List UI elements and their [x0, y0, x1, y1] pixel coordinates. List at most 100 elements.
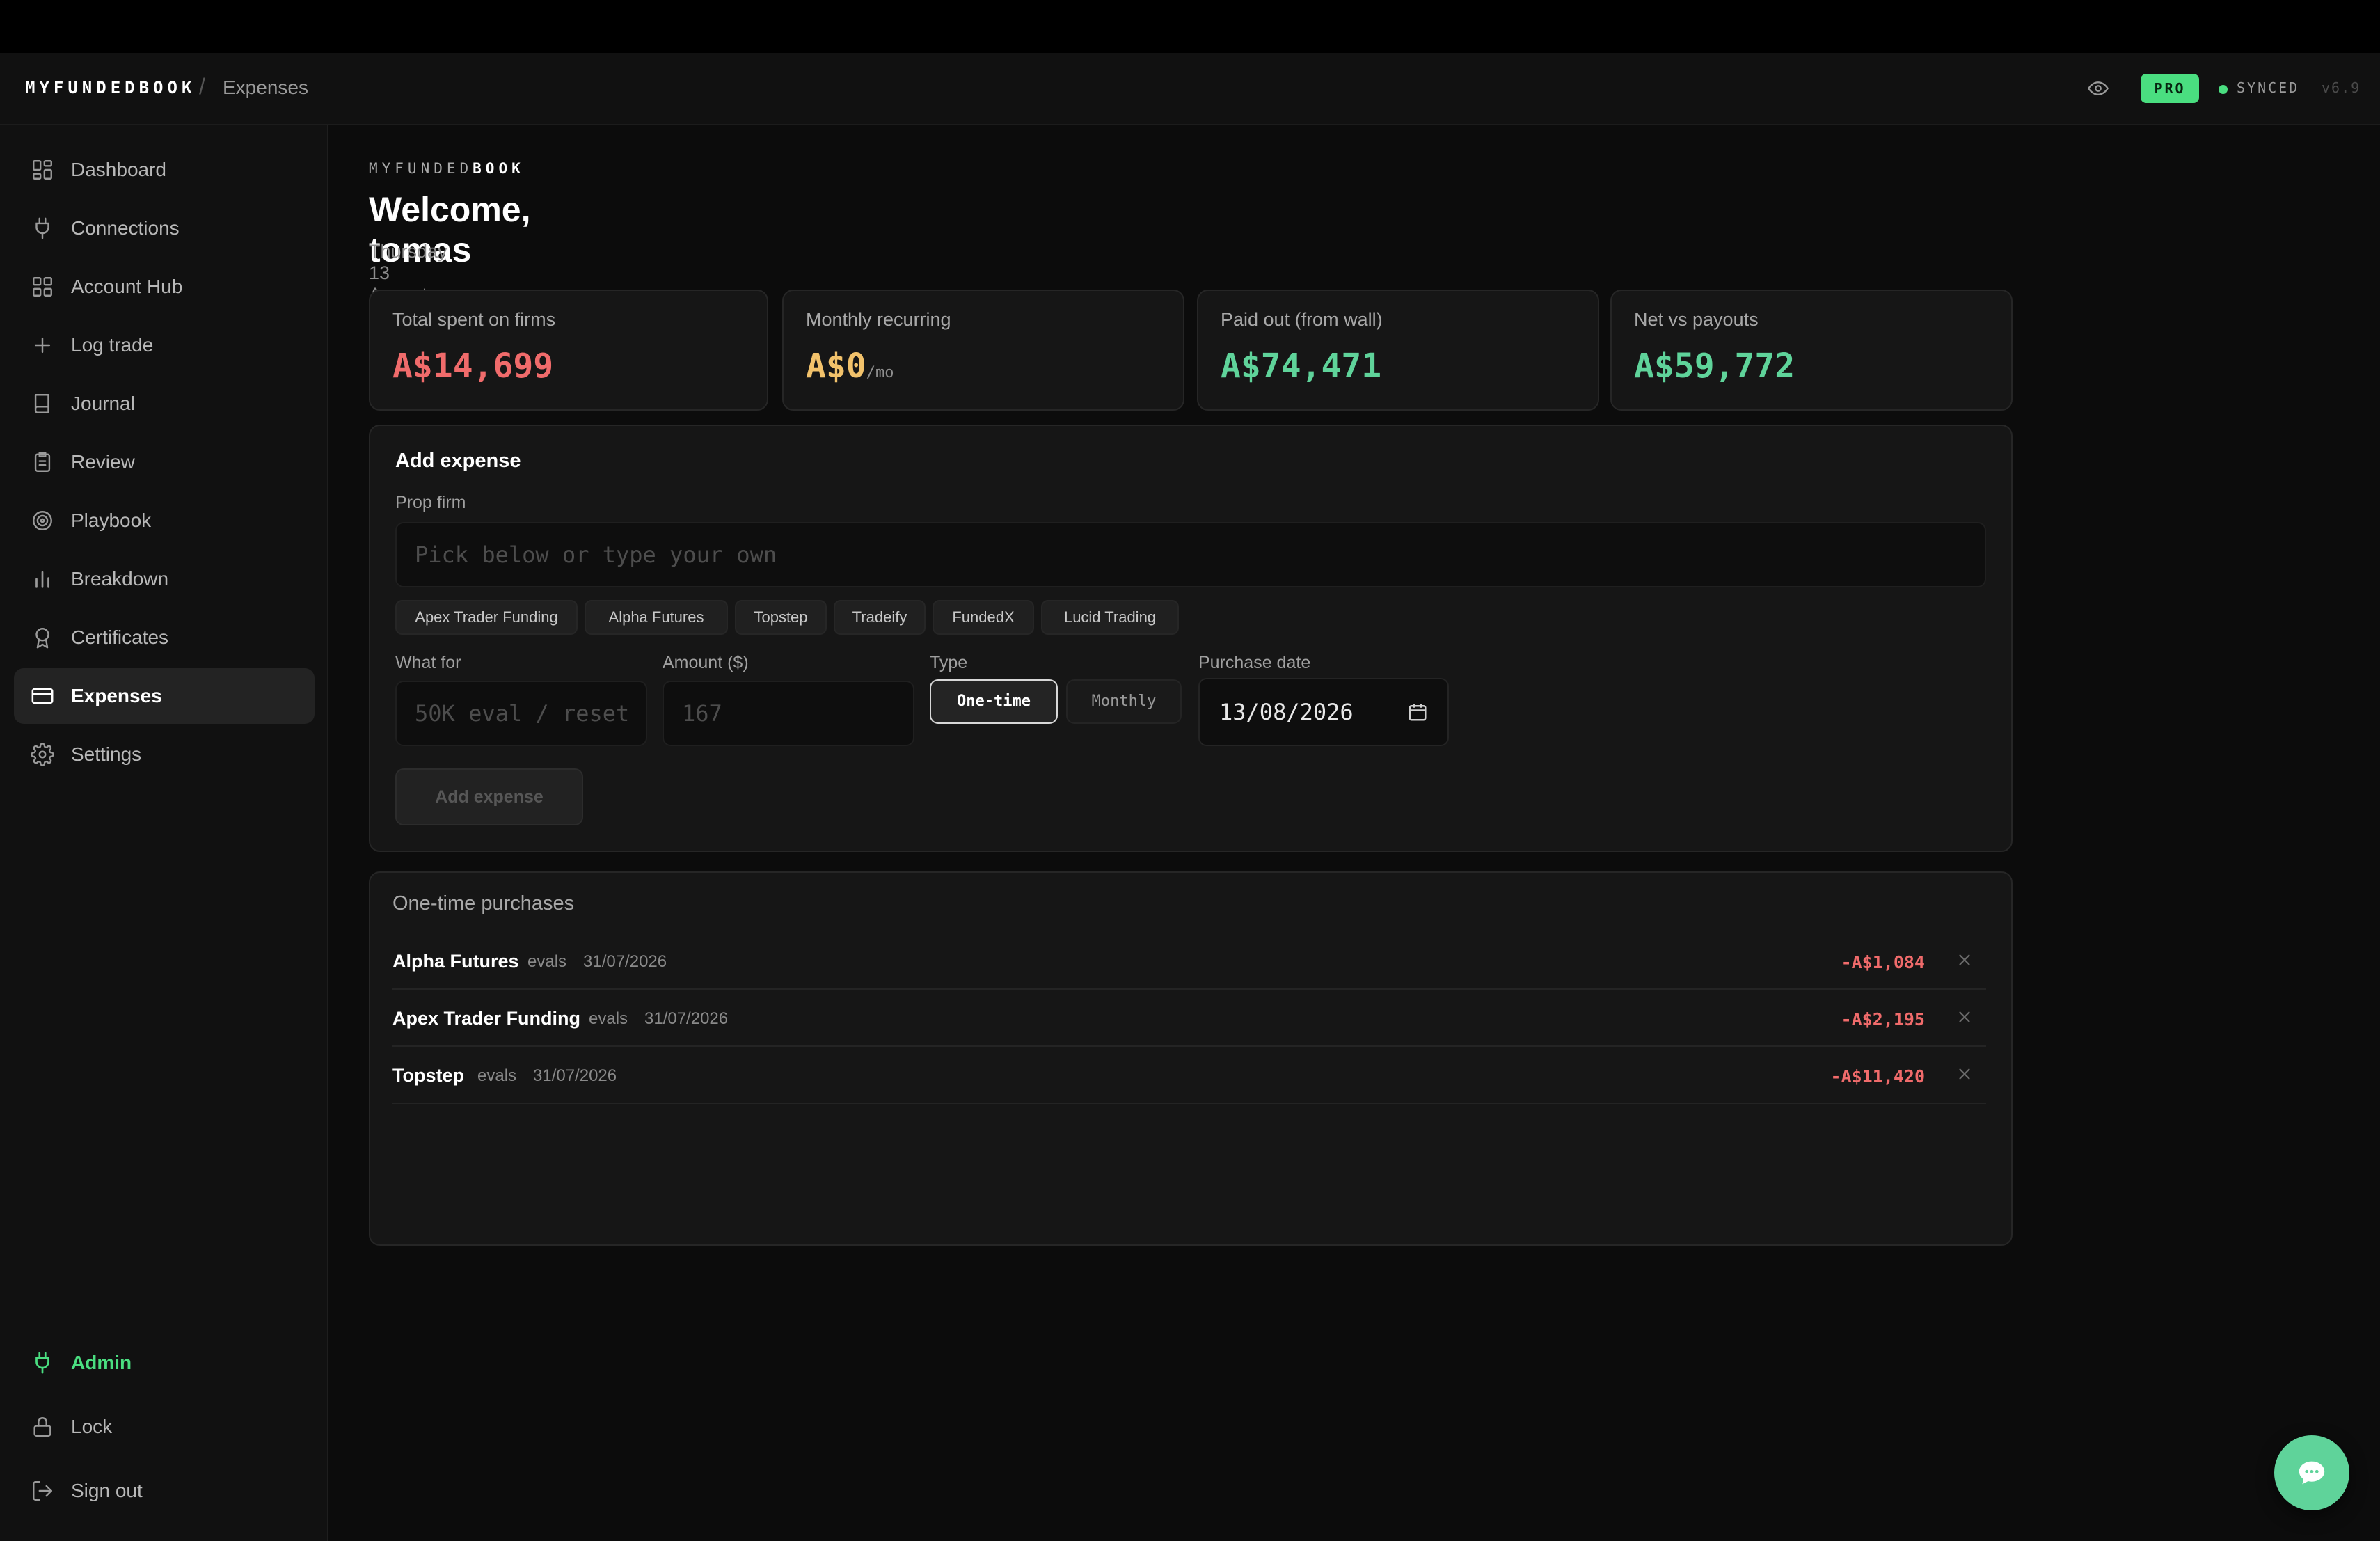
sidebar-item-label: Account Hub [71, 276, 183, 297]
row-date: 31/07/2026 [533, 1066, 617, 1085]
sidebar-item-expenses[interactable]: Expenses [14, 668, 315, 724]
sync-status-dot [2219, 85, 2228, 94]
sidebar-item-log-trade[interactable]: Log trade [14, 317, 315, 373]
purchases-title: One-time purchases [392, 892, 575, 915]
sidebar-item-settings[interactable]: Settings [14, 727, 315, 782]
row-firm: Alpha Futures [392, 951, 519, 972]
bar-chart-icon [31, 567, 54, 591]
row-amount: -A$11,420 [1830, 1066, 1925, 1086]
table-row: Topstep evals 31/07/2026 -A$11,420 [392, 1047, 1986, 1104]
one-time-purchases-card: One-time purchases Alpha Futures evals 3… [369, 871, 2013, 1246]
stat-value: A$74,471 [1221, 347, 1382, 386]
stat-value: A$14,699 [392, 347, 554, 386]
firm-chip-fundedx[interactable]: FundedX [933, 600, 1034, 635]
plug-icon [31, 1351, 54, 1375]
sidebar-item-dashboard[interactable]: Dashboard [14, 142, 315, 198]
firm-chip-lucid-trading[interactable]: Lucid Trading [1041, 600, 1179, 635]
prop-firm-input[interactable]: Pick below or type your own [395, 522, 1986, 587]
grid-icon [31, 158, 54, 182]
plus-icon [31, 333, 54, 357]
sidebar-item-label: Review [71, 451, 135, 473]
table-row: Alpha Futures evals 31/07/2026 -A$1,084 [392, 933, 1986, 990]
credit-card-icon [31, 684, 54, 708]
purchase-date-input[interactable]: 13/08/2026 [1198, 678, 1449, 746]
delete-row-icon[interactable] [1955, 951, 1974, 969]
row-category: evals [527, 952, 567, 971]
prop-firm-label: Prop firm [395, 493, 466, 512]
purchase-date-label: Purchase date [1198, 653, 1311, 672]
firm-chip-alpha-futures[interactable]: Alpha Futures [585, 600, 728, 635]
sidebar-item-label: Lock [71, 1416, 113, 1437]
row-category: evals [477, 1066, 517, 1085]
stat-card-net-vs-payouts: Net vs payouts A$59,772 [1610, 290, 2013, 411]
pro-badge: PRO [2141, 74, 2199, 103]
delete-row-icon[interactable] [1955, 1065, 1974, 1083]
gear-icon [31, 743, 54, 766]
row-date: 31/07/2026 [644, 1009, 729, 1028]
amount-label: Amount ($) [663, 653, 749, 672]
row-amount: -A$1,084 [1841, 952, 1925, 972]
chat-button[interactable] [2274, 1435, 2349, 1510]
sync-status: SYNCED [2237, 79, 2300, 96]
eye-icon[interactable] [2086, 78, 2110, 99]
add-expense-card: Add expense Prop firm Pick below or type… [369, 425, 2013, 852]
amount-input[interactable]: 167 [663, 681, 914, 746]
row-firm: Topstep [392, 1065, 464, 1086]
row-date: 31/07/2026 [583, 952, 667, 971]
stat-card-total-spent: Total spent on firms A$14,699 [369, 290, 768, 411]
purchase-date-value: 13/08/2026 [1219, 699, 1354, 725]
sidebar-item-label: Dashboard [71, 159, 166, 180]
stat-card-monthly-recurring: Monthly recurring A$0/mo [782, 290, 1184, 411]
type-monthly-button[interactable]: Monthly [1066, 679, 1182, 724]
sidebar-item-sign-out[interactable]: Sign out [14, 1463, 315, 1519]
sidebar-item-label: Playbook [71, 509, 152, 531]
sidebar-item-account-hub[interactable]: Account Hub [14, 259, 315, 315]
sidebar-item-label: Journal [71, 393, 135, 414]
sign-out-icon [31, 1479, 54, 1503]
what-for-input[interactable]: 50K eval / reset [395, 681, 647, 746]
sidebar-item-label: Settings [71, 743, 142, 765]
stat-unit: /mo [866, 364, 894, 381]
sidebar-item-admin[interactable]: Admin [14, 1335, 315, 1391]
firm-chip-tradeify[interactable]: Tradeify [834, 600, 926, 635]
breadcrumb-current: Expenses [223, 77, 308, 98]
sidebar-item-breakdown[interactable]: Breakdown [14, 551, 315, 607]
page-brand: MYFUNDEDBOOK [369, 160, 525, 177]
stat-label: Paid out (from wall) [1221, 309, 1383, 330]
firm-chip-topstep[interactable]: Topstep [735, 600, 827, 635]
row-amount: -A$2,195 [1841, 1009, 1925, 1029]
sidebar-item-label: Expenses [71, 685, 162, 706]
app-header: MYFUNDEDBOOK / Expenses PRO SYNCED v6.9 [0, 53, 2380, 125]
stat-label: Monthly recurring [806, 309, 951, 330]
sidebar-item-journal[interactable]: Journal [14, 376, 315, 432]
row-firm: Apex Trader Funding [392, 1008, 581, 1029]
award-icon [31, 626, 54, 649]
calendar-icon[interactable] [1407, 702, 1428, 722]
row-category: evals [589, 1009, 628, 1028]
window-top-strip [0, 0, 2380, 53]
stat-value: A$59,772 [1634, 347, 1795, 386]
sidebar-item-label: Certificates [71, 626, 169, 648]
brand-logo[interactable]: MYFUNDEDBOOK [25, 78, 196, 97]
sidebar-item-review[interactable]: Review [14, 434, 315, 490]
sidebar-item-playbook[interactable]: Playbook [14, 493, 315, 548]
stat-value: A$0/mo [806, 347, 894, 386]
add-expense-title: Add expense [395, 450, 521, 472]
sidebar-item-lock[interactable]: Lock [14, 1399, 315, 1455]
what-for-label: What for [395, 653, 461, 672]
app-version: v6.9 [2322, 79, 2361, 96]
plug-icon [31, 216, 54, 240]
stat-label: Total spent on firms [392, 309, 556, 330]
sidebar-item-certificates[interactable]: Certificates [14, 610, 315, 665]
sidebar-item-connections[interactable]: Connections [14, 200, 315, 256]
stat-card-paid-out: Paid out (from wall) A$74,471 [1197, 290, 1599, 411]
delete-row-icon[interactable] [1955, 1008, 1974, 1026]
type-label: Type [930, 653, 968, 672]
firm-chip-apex[interactable]: Apex Trader Funding [395, 600, 578, 635]
stat-label: Net vs payouts [1634, 309, 1759, 330]
lock-icon [31, 1415, 54, 1439]
add-expense-button[interactable]: Add expense [395, 768, 583, 825]
clipboard-icon [31, 450, 54, 474]
type-one-time-button[interactable]: One-time [930, 679, 1058, 724]
breadcrumb-separator: / [199, 74, 205, 99]
